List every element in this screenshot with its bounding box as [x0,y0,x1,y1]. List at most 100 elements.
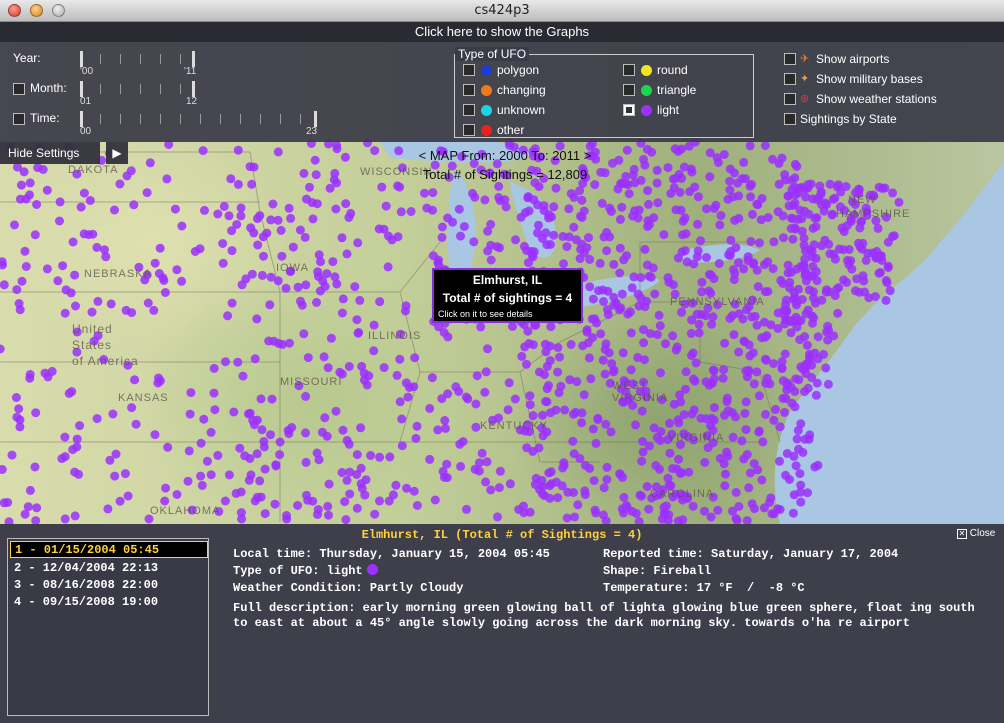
sighting-marker[interactable] [206,470,216,480]
sighting-marker[interactable] [0,465,7,474]
sighting-marker[interactable] [126,166,136,176]
sighting-marker[interactable] [260,464,270,474]
sighting-marker[interactable] [184,446,194,456]
sighting-marker[interactable] [653,198,663,208]
sighting-marker[interactable] [369,320,379,330]
sighting-marker[interactable] [523,326,533,336]
sighting-marker[interactable] [687,351,696,360]
sighting-marker[interactable] [352,450,362,460]
sighting-marker[interactable] [288,242,298,252]
sighting-marker[interactable] [209,363,219,373]
sighting-marker[interactable] [483,344,492,354]
sighting-marker[interactable] [725,176,735,186]
sighting-marker[interactable] [301,457,311,467]
sighting-marker[interactable] [755,238,764,248]
sighting-marker[interactable] [720,338,730,348]
sighting-marker[interactable] [816,187,826,197]
sighting-marker[interactable] [820,198,830,208]
sighting-marker[interactable] [551,183,561,193]
sighting-marker[interactable] [888,231,898,241]
sighting-marker[interactable] [31,408,41,418]
sighting-marker[interactable] [588,424,598,434]
sighting-marker[interactable] [598,510,608,520]
sighting-marker[interactable] [101,252,111,262]
month-checkbox[interactable] [13,83,25,95]
sighting-marker[interactable] [643,222,653,232]
sighting-marker[interactable] [748,209,757,219]
sighting-marker[interactable] [792,162,802,171]
sighting-marker[interactable] [308,496,318,506]
sighting-marker[interactable] [694,328,704,338]
sighting-marker[interactable] [798,364,808,374]
sighting-marker[interactable] [505,479,515,489]
sighting-marker[interactable] [602,475,612,484]
sighting-marker[interactable] [525,391,535,401]
sighting-marker[interactable] [233,145,243,155]
sighting-marker[interactable] [688,501,698,511]
sighting-marker[interactable] [442,459,452,469]
sighting-marker[interactable] [775,456,784,466]
sighting-marker[interactable] [705,172,715,182]
sighting-marker[interactable] [731,243,741,253]
sighting-marker[interactable] [236,211,246,221]
sighting-marker[interactable] [218,258,228,268]
sighting-marker[interactable] [802,340,812,350]
month-slider[interactable]: 01 12 [80,81,197,107]
sighting-marker[interactable] [454,387,464,396]
sighting-marker[interactable] [510,394,520,404]
sighting-marker[interactable] [411,433,421,443]
sighting-marker[interactable] [807,246,817,256]
sighting-marker[interactable] [560,405,570,415]
sighting-marker[interactable] [494,483,504,493]
sighting-marker[interactable] [308,214,318,224]
sighting-marker[interactable] [855,223,865,233]
year-slider[interactable]: '00 '11 [80,51,196,77]
sighting-marker[interactable] [700,458,710,467]
sighting-marker[interactable] [186,388,196,398]
sighting-marker[interactable] [486,219,496,229]
sighting-marker[interactable] [811,298,820,308]
show-weather-stations-checkbox[interactable] [784,93,796,105]
sighting-marker[interactable] [7,450,17,460]
sighting-marker[interactable] [578,341,588,351]
sighting-marker[interactable] [420,188,429,198]
sighting-marker[interactable] [701,414,711,424]
sighting-marker[interactable] [92,242,102,252]
sighting-marker[interactable] [659,502,669,512]
sighting-marker[interactable] [804,285,814,295]
sighting-marker[interactable] [331,406,341,416]
sighting-marker[interactable] [807,373,817,382]
sighting-marker[interactable] [758,437,768,447]
sighting-marker[interactable] [293,501,303,510]
sighting-marker[interactable] [322,431,332,441]
sighting-marker[interactable] [196,438,206,448]
sighting-marker[interactable] [276,225,286,235]
sighting-marker[interactable] [745,468,755,478]
sighting-marker[interactable] [881,295,891,305]
sighting-marker[interactable] [213,209,223,219]
sighting-marker[interactable] [265,300,275,310]
sighting-marker[interactable] [236,203,246,213]
sighting-marker[interactable] [516,212,526,222]
sighting-marker[interactable] [617,289,627,299]
sighting-marker[interactable] [655,436,665,446]
sighting-marker[interactable] [635,490,645,500]
sighting-marker[interactable] [255,211,265,221]
sighting-marker[interactable] [21,262,31,271]
sighting-marker[interactable] [10,220,19,230]
sighting-marker[interactable] [177,221,187,231]
sighting-marker[interactable] [76,202,86,212]
sighting-marker[interactable] [722,393,732,403]
sighting-marker[interactable] [477,448,487,458]
sighting-marker[interactable] [729,168,739,178]
sighting-marker[interactable] [644,271,654,281]
sighting-marker[interactable] [233,179,243,189]
sighting-marker[interactable] [270,499,280,509]
sighting-marker[interactable] [456,461,466,471]
sighting-marker[interactable] [190,247,200,256]
sighting-marker[interactable] [804,434,814,444]
sighting-marker[interactable] [545,341,555,351]
sighting-marker[interactable] [715,454,725,463]
sighting-marker[interactable] [266,272,276,282]
sighting-marker[interactable] [123,491,133,501]
